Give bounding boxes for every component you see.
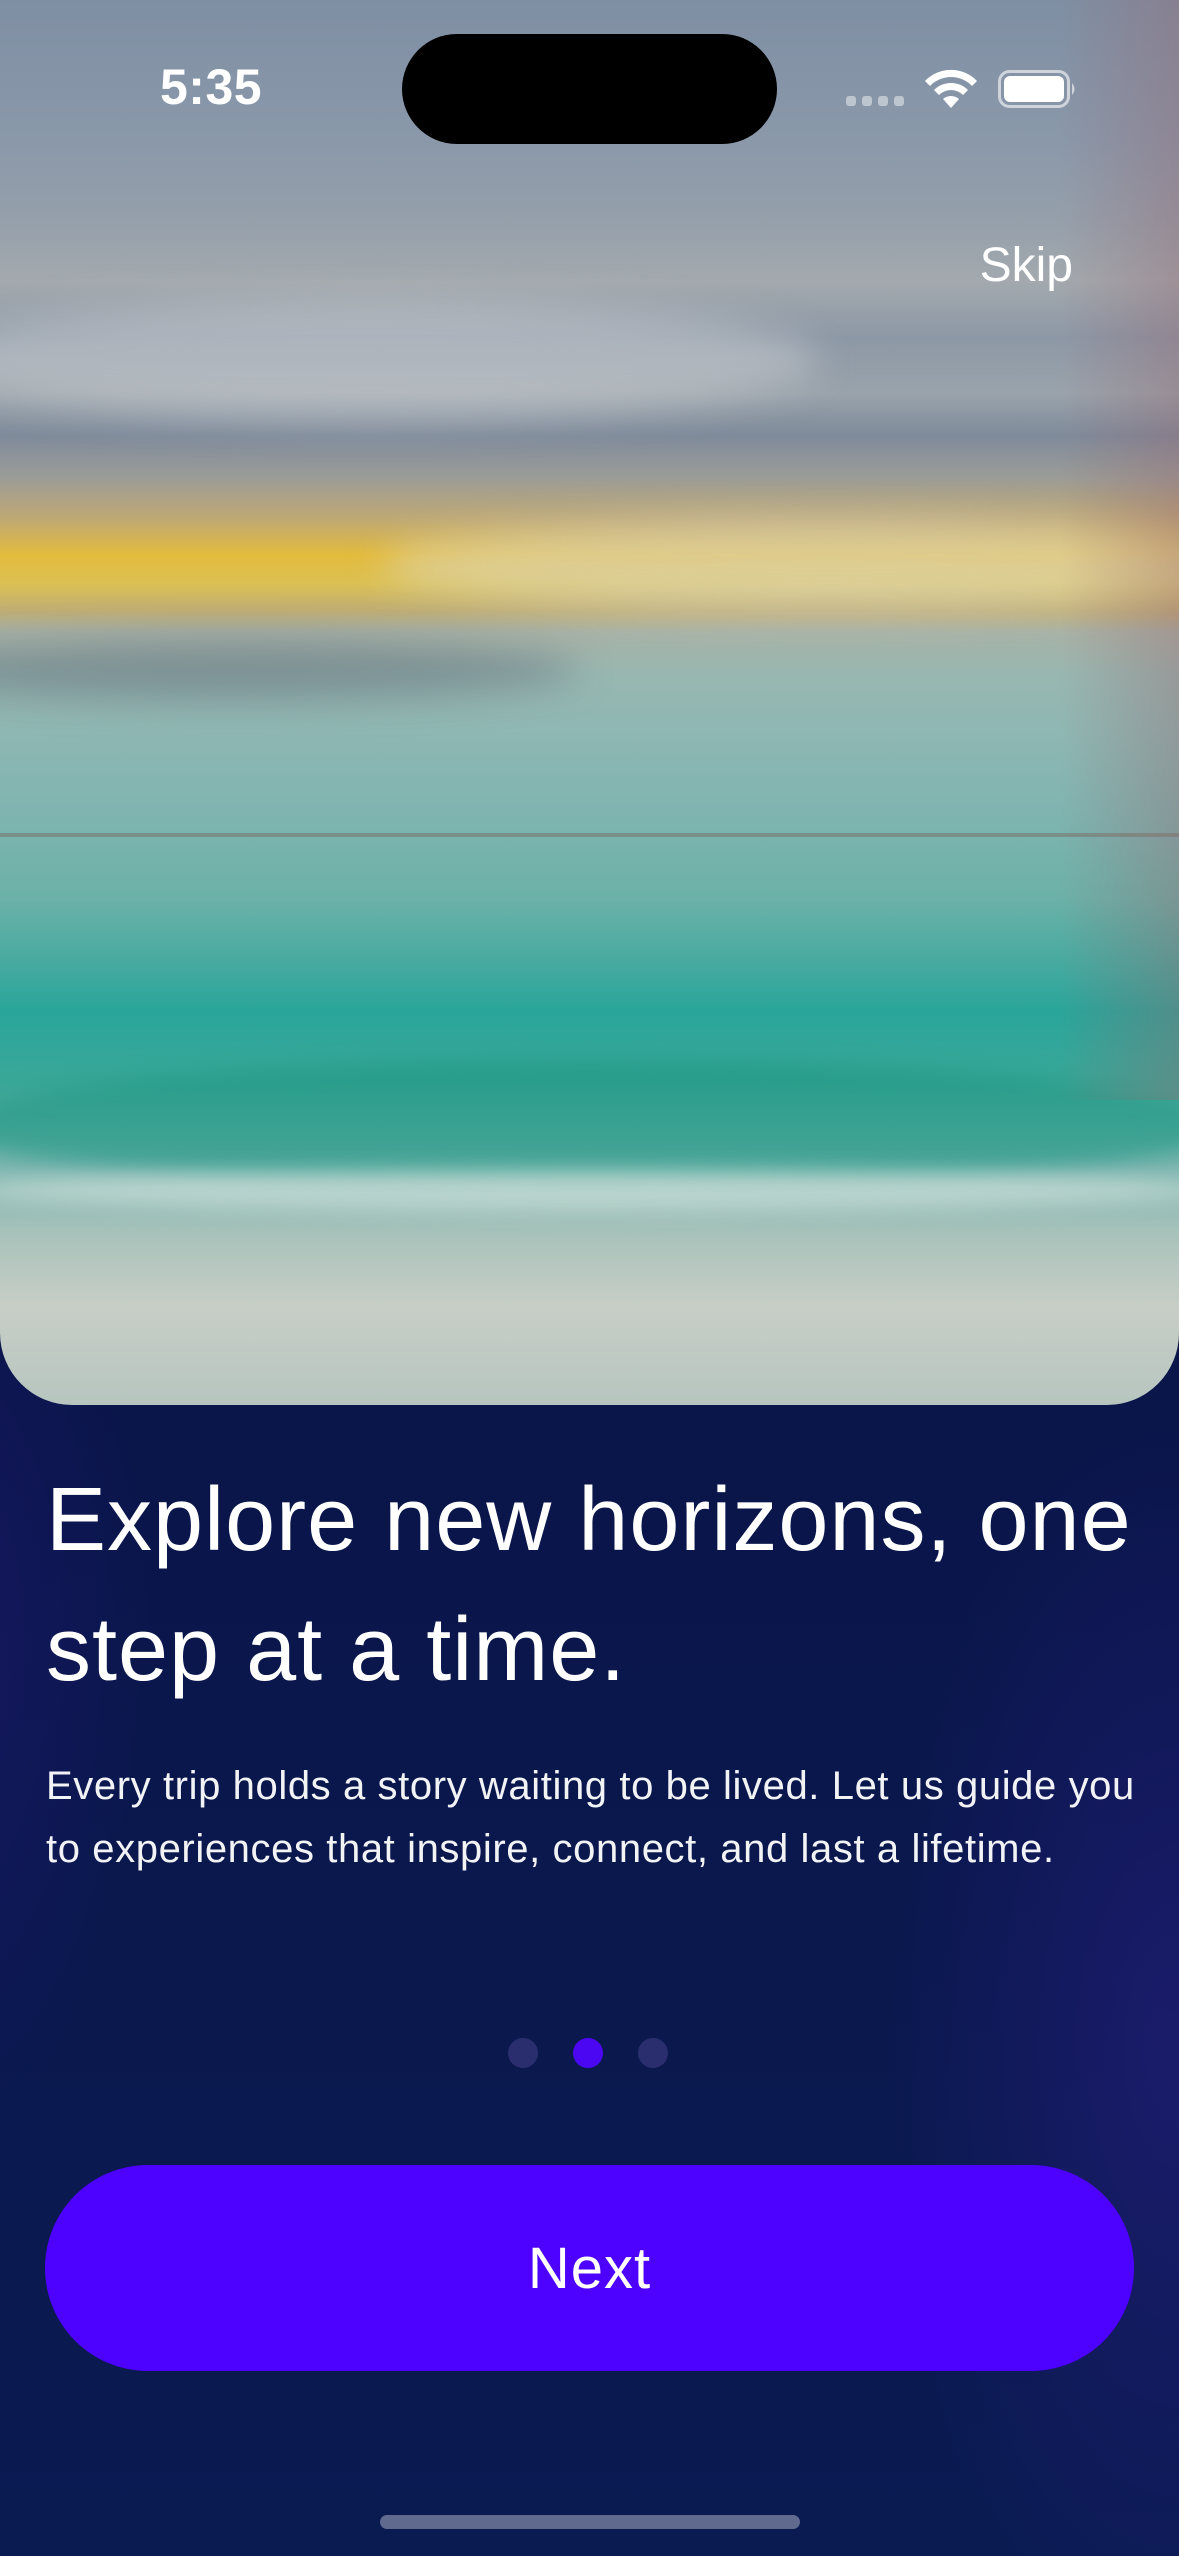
- page-dot-3[interactable]: [638, 2038, 668, 2068]
- skip-button[interactable]: Skip: [980, 238, 1073, 293]
- dynamic-island: [402, 34, 777, 144]
- home-indicator[interactable]: [380, 2515, 800, 2529]
- page-indicator: [508, 2038, 668, 2068]
- hero-image: [0, 0, 1179, 1405]
- light-leak: [1059, 0, 1179, 1100]
- onboarding-headline: Explore new horizons, one step at a time…: [46, 1470, 1132, 1700]
- sea-foam: [0, 1170, 1179, 1210]
- signal-icon: [846, 96, 904, 106]
- horizon-line: [0, 833, 1179, 837]
- wifi-icon: [925, 69, 977, 108]
- cloud-band: [0, 640, 580, 700]
- page-dot-1[interactable]: [508, 2038, 538, 2068]
- status-time: 5:35: [160, 59, 263, 115]
- onboarding-description: Every trip holds a story waiting to be l…: [46, 1764, 1135, 1871]
- cloud-band: [0, 300, 820, 420]
- next-button[interactable]: Next: [45, 2165, 1134, 2371]
- battery-icon: [998, 70, 1075, 108]
- page-dot-2-active[interactable]: [573, 2038, 603, 2068]
- wave: [0, 1060, 1179, 1180]
